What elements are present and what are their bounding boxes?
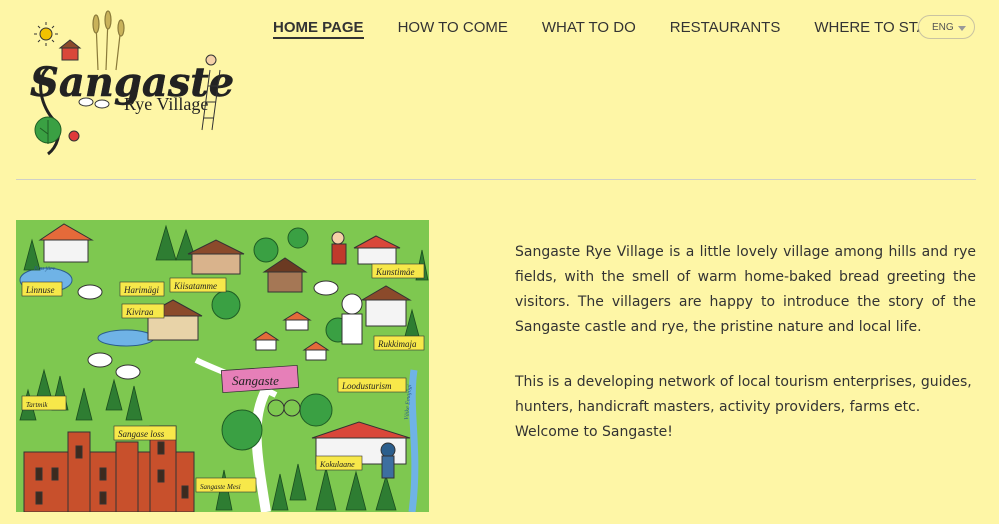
site-logo[interactable]: Sangaste Rye Village — [26, 10, 234, 158]
logo-subtitle: Rye Village — [124, 94, 208, 114]
chevron-down-icon — [958, 26, 966, 31]
map-label-kiisatamme: Kiisatamme — [173, 281, 217, 291]
map-label-sangaste: Sangaste — [232, 373, 279, 388]
map-label-sangaste-mesi: Sangaste Mesi — [200, 483, 241, 491]
intro-paragraph-2-text: This is a developing network of local to… — [515, 374, 972, 415]
sun-icon — [34, 22, 58, 46]
nav-home-page[interactable]: HOME PAGE — [273, 19, 364, 39]
logo-illustration: Sangaste Rye Village — [30, 10, 234, 156]
intro-paragraph-1: Sangaste Rye Village is a little lovely … — [515, 244, 976, 335]
map-label-kokulaane: Kokulaane — [319, 460, 355, 469]
main-navigation: HOME PAGE HOW TO COME WHAT TO DO RESTAUR… — [273, 18, 970, 40]
language-selector[interactable]: ENG — [918, 15, 975, 39]
apple-icon — [68, 130, 80, 142]
person-icon — [205, 54, 217, 66]
intro-paragraph-2: This is a developing network of local to… — [515, 370, 976, 445]
map-label-tartmik: Tartmik — [26, 401, 48, 409]
header-divider — [16, 179, 976, 180]
welcome-text: Welcome to Sangaste! — [515, 424, 673, 440]
nav-what-to-do[interactable]: WHAT TO DO — [542, 19, 636, 39]
village-map-illustration: Linnuse Kuu järv Harimägi Kiisatamme Kiv… — [16, 220, 429, 512]
map-label-kiviraa: Kiviraa — [125, 307, 154, 317]
map-label-rukkimaja: Rukkimaja — [377, 339, 417, 349]
map-label-sangase-loss: Sangase loss — [118, 429, 165, 439]
map-label-linnuse: Linnuse — [25, 285, 55, 295]
nav-how-to-come[interactable]: HOW TO COME — [398, 19, 508, 39]
village-map[interactable]: Linnuse Kuu järv Harimägi Kiisatamme Kiv… — [16, 220, 429, 512]
person-icon — [331, 231, 345, 245]
intro-text: Sangaste Rye Village is a little lovely … — [515, 240, 976, 445]
map-label-loodusturism: Loodusturism — [341, 381, 392, 391]
map-label-lake: Kuu järv — [33, 266, 56, 272]
map-label-kunstimae: Kunstimäe — [375, 267, 415, 277]
language-value: ENG — [932, 21, 954, 33]
map-label-harimagi: Harimägi — [123, 285, 160, 295]
tree-icon — [34, 116, 62, 144]
nav-restaurants[interactable]: RESTAURANTS — [670, 19, 781, 39]
sheep-icon — [77, 284, 103, 300]
